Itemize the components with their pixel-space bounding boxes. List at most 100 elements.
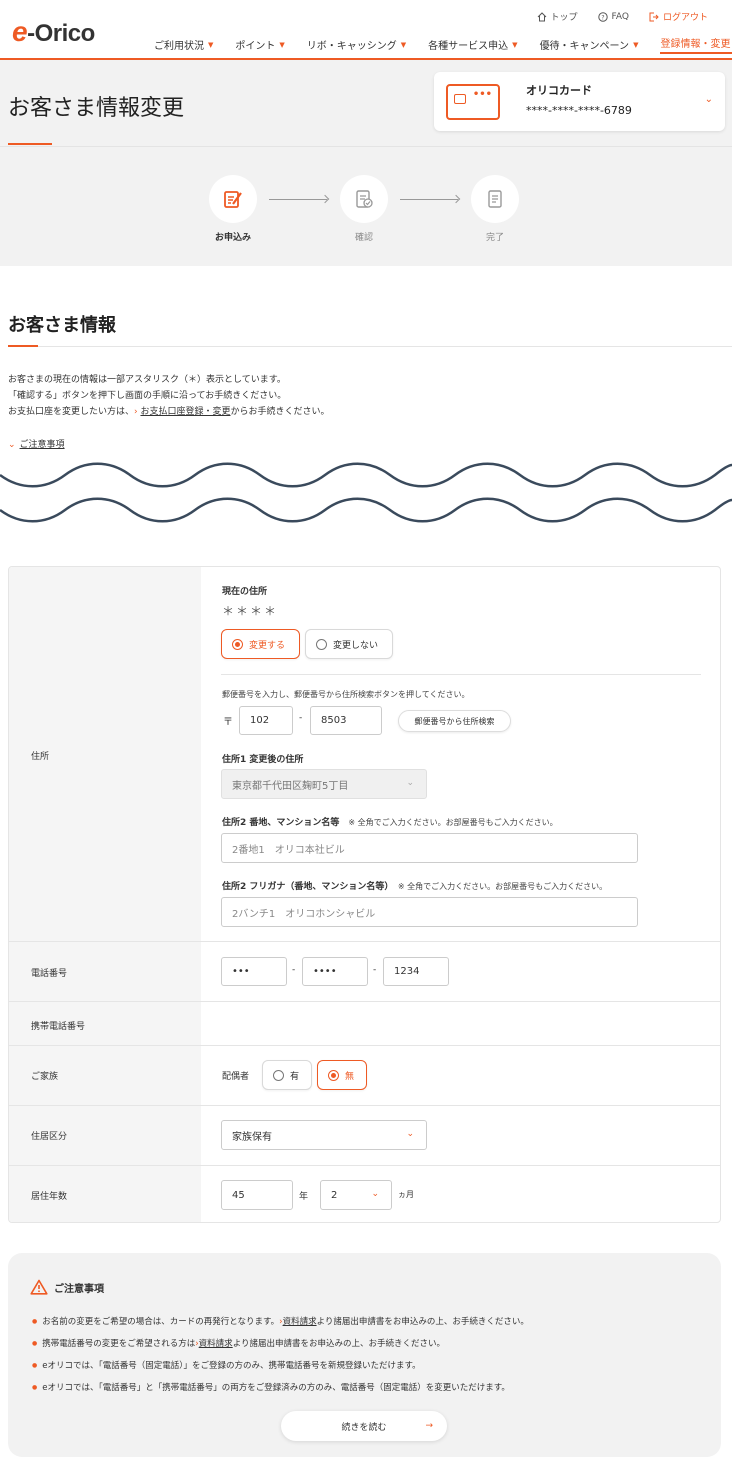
nav-campaigns[interactable]: 優待・キャンペーン ▼ — [540, 35, 639, 54]
title-underline — [8, 143, 52, 145]
phone1-input[interactable]: ••• — [221, 957, 287, 986]
form-label-column — [9, 567, 201, 1222]
card-name: オリコカード — [526, 84, 592, 97]
zip-dash: - — [299, 713, 303, 723]
row-divider — [9, 941, 720, 942]
credit-card-icon: ••• — [446, 84, 500, 120]
label-mobile: 携帯電話番号 — [31, 1022, 86, 1032]
caution-toggle[interactable]: ⌄ ご注意事項 — [8, 437, 65, 450]
svg-text:?: ? — [601, 14, 604, 21]
note-item: eオリコでは、「電話番号（固定電話）」をご登録の方のみ、携帯電話番号を新規登録い… — [32, 1355, 529, 1377]
chevron-down-icon: ⌄ — [704, 94, 713, 105]
chevron-down-icon: ⌄ — [371, 1189, 379, 1199]
triangle-down-icon: ▼ — [400, 40, 407, 49]
address-nochange-radio[interactable]: 変更しない — [305, 629, 393, 659]
row-divider — [9, 1105, 720, 1106]
nav-revolving[interactable]: リボ・キャッシング ▼ — [307, 35, 406, 54]
top-link-home[interactable]: トップ — [537, 10, 578, 23]
triangle-down-icon: ▼ — [208, 40, 214, 49]
warning-icon — [30, 1279, 48, 1295]
step-label-apply: お申込み — [214, 233, 251, 243]
label-family: ご家族 — [31, 1072, 59, 1082]
hero-divider — [0, 146, 732, 147]
section-divider — [8, 346, 732, 347]
note-item: 携帯電話番号の変更をご希望される方は›資料請求より諸届出申請書をお申込みの上、お… — [32, 1333, 529, 1355]
step-confirm-icon — [340, 175, 388, 223]
eorico-logo[interactable]: e-Orico — [12, 16, 95, 48]
nav-points[interactable]: ポイント ▼ — [235, 35, 284, 54]
nav-usage[interactable]: ご利用状況 ▼ — [154, 35, 213, 54]
address-divider — [221, 674, 701, 675]
page-title: お客さま情報変更 — [8, 96, 185, 121]
phone3-input[interactable]: 1234 — [383, 957, 449, 986]
zip2-input[interactable]: 8503 — [310, 706, 382, 735]
phone-dash: - — [373, 965, 377, 975]
label-years: 居住年数 — [31, 1192, 68, 1202]
zip-search-button[interactable]: 郵便番号から住所検索 — [398, 710, 511, 732]
document-request-link[interactable]: 資料請求 — [199, 1339, 233, 1349]
intro-text: お客さまの現在の情報は一部アスタリスク（＊）表示としています。 「確認する」ボタ… — [8, 375, 330, 417]
top-links: トップ ? FAQ ログアウト — [537, 10, 708, 23]
logout-icon — [649, 12, 659, 21]
spouse-yes-radio[interactable]: 有 — [262, 1060, 312, 1090]
document-request-link[interactable]: 資料請求 — [283, 1317, 317, 1327]
label-phone: 電話番号 — [31, 969, 68, 979]
step-label-confirm: 確認 — [354, 233, 373, 243]
residence-select[interactable]: 家族保有 ⌄ — [221, 1120, 427, 1150]
addr2-label-row: 住所2 番地、マンション名等 ※ 全角でご入力ください。お部屋番号もご入力くださ… — [222, 818, 558, 828]
section-underline — [8, 345, 38, 347]
addr2k-label-row: 住所2 フリガナ（番地、マンション名等） ※ 全角でご入力ください。お部屋番号も… — [222, 882, 608, 892]
radio-unchecked-icon — [273, 1069, 284, 1081]
months-select[interactable]: 2 ⌄ — [320, 1180, 392, 1210]
triangle-down-icon: ▼ — [633, 40, 639, 49]
chevron-down-icon: ⌄ — [406, 778, 414, 788]
nav-registration[interactable]: 登録情報・変更▼ — [660, 35, 732, 54]
chevron-down-icon: ⌄ — [406, 1129, 414, 1139]
site-header: e-Orico トップ ? FAQ ログアウト ご利用状況 ▼ ポイント ▼ リボ・… — [0, 0, 732, 60]
top-link-logout[interactable]: ログアウト — [649, 10, 708, 23]
notes-title: ご注意事項 — [30, 1279, 104, 1295]
card-selector[interactable]: ••• オリコカード ****-****-****-6789 ⌄ — [434, 72, 725, 131]
main-nav: ご利用状況 ▼ ポイント ▼ リボ・キャッシング ▼ 各種サービス申込 ▼ 優待・キャン… — [154, 35, 732, 54]
triangle-down-icon: ▼ — [512, 40, 518, 49]
form-table: 住所 現在の住所 ＊＊＊＊ 変更する 変更しない 郵便番号を入力し、郵便番号から… — [8, 566, 721, 1223]
payment-account-link[interactable]: お支払口座登録・変更 — [140, 407, 230, 417]
chevron-down-icon: ⌄ — [8, 440, 16, 450]
notes-box: ご注意事項 お名前の変更をご希望の場合は、カードの再発行となります。›資料請求よ… — [8, 1253, 721, 1457]
addr1-select[interactable]: 東京都千代田区麹町5丁目 ⌄ — [221, 769, 427, 799]
step-complete-icon — [471, 175, 519, 223]
months-unit: ヵ月 — [398, 1190, 414, 1199]
step-arrow — [269, 199, 327, 200]
radio-checked-icon — [328, 1069, 339, 1081]
row-divider — [9, 1045, 720, 1046]
label-address: 住所 — [31, 752, 50, 762]
read-more-button[interactable]: 続きを読む → — [281, 1411, 447, 1441]
current-address-value: ＊＊＊＊ — [222, 604, 279, 618]
nav-services[interactable]: 各種サービス申込 ▼ — [428, 35, 517, 54]
step-arrow — [400, 199, 458, 200]
wave-divider — [0, 462, 732, 523]
addr2-input[interactable]: 2番地1 オリコ本社ビル — [221, 833, 638, 863]
row-divider — [9, 1001, 720, 1002]
current-address-label: 現在の住所 — [222, 587, 268, 597]
help-icon: ? — [597, 11, 608, 22]
note-item: お名前の変更をご希望の場合は、カードの再発行となります。›資料請求より諸届出申請… — [32, 1311, 529, 1333]
address-change-radio[interactable]: 変更する — [221, 629, 300, 659]
radio-unchecked-icon — [316, 638, 327, 650]
step-label-complete: 完了 — [485, 233, 504, 243]
top-link-faq[interactable]: ? FAQ — [597, 10, 629, 23]
card-chip — [454, 94, 466, 104]
addr2-kana-input[interactable]: 2バンチ1 オリコホンシャビル — [221, 897, 638, 927]
zip-mark: 〒 — [223, 717, 233, 728]
radio-checked-icon — [232, 638, 243, 650]
arrow-right-icon: → — [425, 1421, 433, 1431]
spouse-no-radio[interactable]: 無 — [317, 1060, 367, 1090]
phone2-input[interactable]: •••• — [302, 957, 368, 986]
zip1-input[interactable]: 102 — [239, 706, 293, 735]
label-residence: 住居区分 — [31, 1132, 68, 1142]
note-item: eオリコでは、「電話番号」と「携帯電話番号」の両方をご登録済みの方のみ、電話番号… — [32, 1377, 529, 1399]
notes-list: お名前の変更をご希望の場合は、カードの再発行となります。›資料請求より諸届出申請… — [32, 1311, 529, 1399]
years-input[interactable]: 45 — [221, 1180, 293, 1210]
phone-dash: - — [292, 965, 296, 975]
zip-hint: 郵便番号を入力し、郵便番号から住所検索ボタンを押してください。 — [222, 690, 470, 699]
